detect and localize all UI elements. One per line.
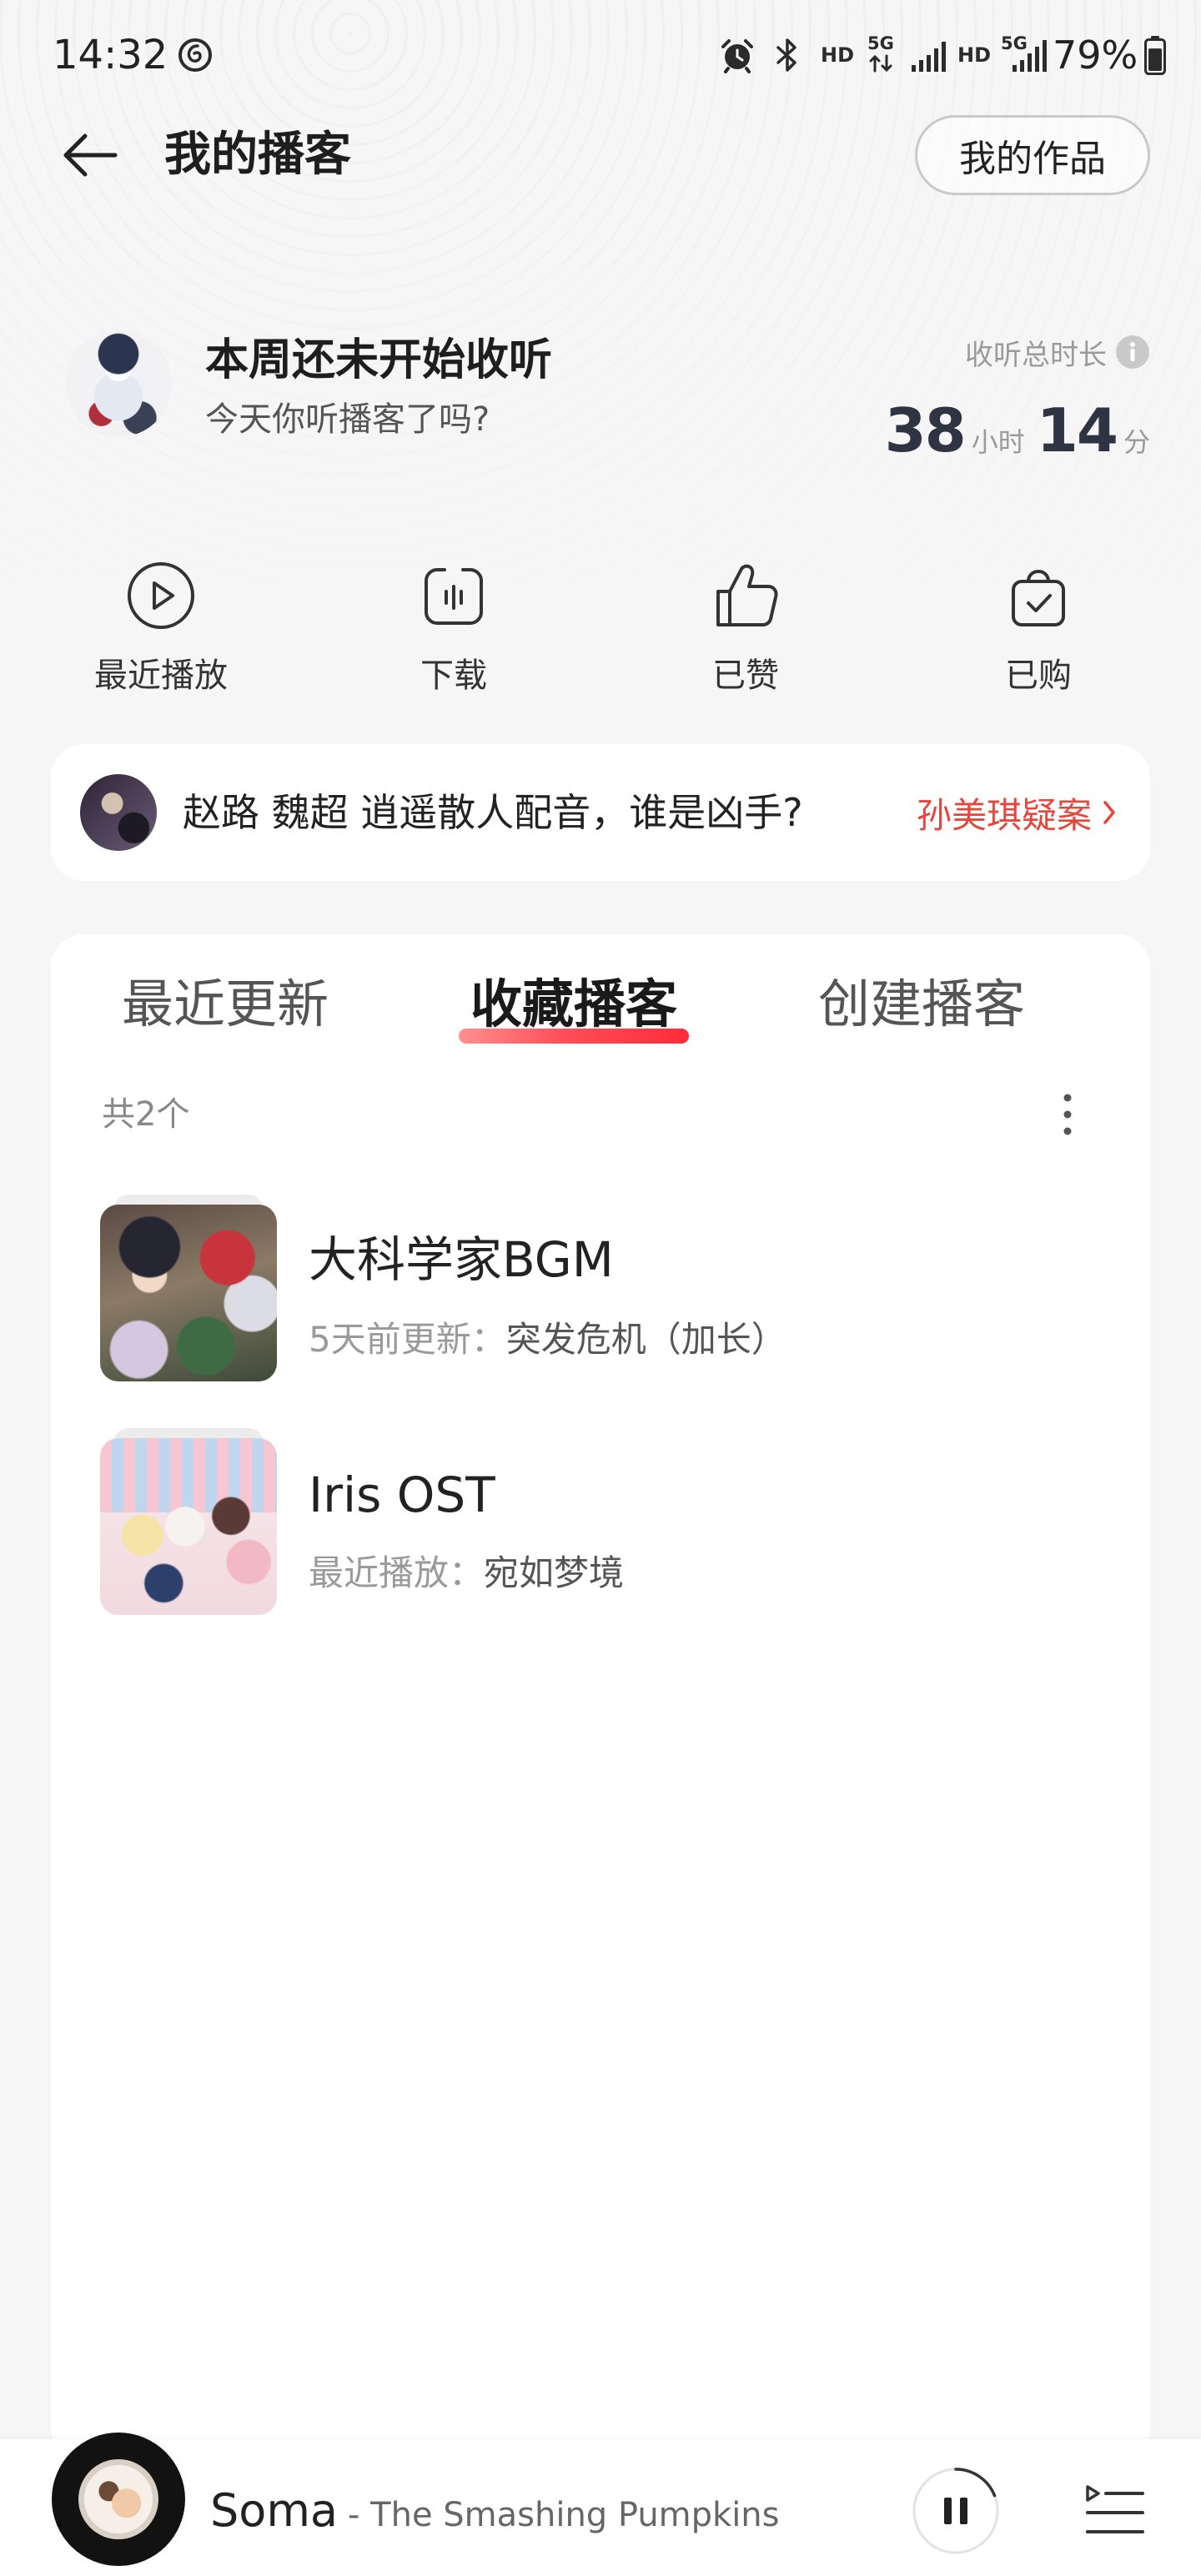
podcast-meta: 最近播放：宛如梦境	[309, 1552, 624, 1594]
list-item[interactable]: Iris OST 最近播放：宛如梦境	[51, 1426, 1150, 1627]
promo-banner[interactable]: 赵路 魏超 逍遥散人配音，谁是凶手? 孙美琪疑案	[51, 744, 1150, 881]
page-title: 我的播客	[164, 128, 351, 182]
duration-hours: 38	[884, 395, 967, 465]
tab-favorite-podcasts[interactable]: 收藏播客	[449, 973, 699, 1036]
pause-icon	[944, 2498, 967, 2524]
meta-value: 突发危机（加长）	[505, 1319, 786, 1360]
total-listening-duration: 38 小时 14 分	[885, 390, 1150, 470]
podcast-title: 大科学家BGM	[309, 1231, 614, 1288]
duration-minutes: 14	[1036, 395, 1118, 465]
listening-headline: 本周还未开始收听	[205, 335, 553, 385]
banner-link-label: 孙美琪疑案	[916, 794, 1092, 836]
total-listening-label-row: 收听总时长	[965, 334, 1150, 372]
download-icon	[425, 568, 483, 625]
chevron-right-icon	[1103, 801, 1115, 824]
listening-subline: 今天你听播客了吗?	[205, 400, 490, 439]
battery-percent: 79%	[1053, 33, 1138, 78]
info-icon[interactable]	[1115, 335, 1150, 370]
sim1-hd-label: HD	[821, 43, 855, 67]
podcast-cover[interactable]	[100, 1438, 277, 1615]
item-count: 共2个	[102, 1095, 190, 1134]
album-art	[78, 2459, 158, 2539]
song-title: Soma	[210, 2484, 339, 2537]
podcast-cover[interactable]	[100, 1205, 277, 1381]
duration-hours-unit: 小时	[971, 426, 1025, 458]
playlist-icon[interactable]	[1081, 2478, 1148, 2544]
quick-action-purchased[interactable]: 已购	[913, 551, 1163, 709]
quick-action-download[interactable]: 下载	[329, 551, 579, 709]
quick-action-liked[interactable]: 已赞	[621, 551, 871, 709]
album-disc[interactable]	[52, 2433, 185, 2566]
meta-value: 宛如梦境	[484, 1552, 625, 1593]
tab-created-podcasts[interactable]: 创建播客	[796, 973, 1047, 1036]
quick-action-label: 最近播放	[94, 657, 228, 695]
status-time: 14:32	[53, 32, 168, 78]
now-playing[interactable]: Soma - The Smashing Pumpkins	[210, 2484, 780, 2538]
meta-label: 5天前更新：	[309, 1319, 506, 1360]
banner-link[interactable]: 孙美琪疑案	[917, 787, 1117, 838]
duration-minutes-unit: 分	[1123, 426, 1150, 458]
song-artist: - The Smashing Pumpkins	[348, 2496, 780, 2534]
alarm-icon	[721, 39, 753, 73]
user-avatar[interactable]	[65, 330, 172, 437]
quick-action-label: 下载	[420, 657, 487, 695]
thumbs-up-icon	[716, 564, 778, 626]
meta-label: 最近播放：	[309, 1552, 485, 1593]
background-pattern	[0, 0, 1201, 634]
purchased-bag-icon	[1012, 570, 1065, 626]
my-works-button[interactable]: 我的作品	[915, 115, 1150, 195]
pause-button[interactable]	[911, 2466, 1001, 2556]
podcast-list-card: 最近更新 收藏播客 创建播客 共2个 大科学家BGM 5天前更新：突发危机（加长…	[51, 934, 1150, 2461]
back-arrow-icon[interactable]	[60, 125, 120, 185]
signal-icon	[912, 42, 946, 72]
quick-action-label: 已购	[1005, 657, 1072, 695]
bluetooth-icon	[776, 38, 796, 72]
sim1-network-label: 5G	[867, 33, 894, 53]
active-tab-indicator	[459, 1029, 689, 1044]
podcast-screen: 14:32 HD 5G HD 5G 79% 我的播客 我的作品 本周还未开始收听…	[0, 0, 1201, 2576]
quick-action-label: 已赞	[712, 657, 779, 695]
banner-text: 赵路 魏超 逍遥散人配音，谁是凶手?	[183, 790, 803, 835]
tab-recent-updates[interactable]: 最近更新	[100, 973, 350, 1036]
podcast-meta: 5天前更新：突发危机（加长）	[309, 1319, 786, 1361]
banner-avatar	[80, 774, 157, 851]
music-app-icon	[178, 38, 212, 72]
quick-action-recent-play[interactable]: 最近播放	[36, 551, 286, 709]
play-circle-icon	[128, 562, 194, 629]
more-vertical-icon[interactable]	[1055, 1089, 1080, 1140]
mini-player[interactable]: Soma - The Smashing Pumpkins	[0, 2433, 1201, 2576]
signal-icon	[1013, 40, 1047, 72]
total-listening-label: 收听总时长	[965, 338, 1107, 372]
battery-icon	[1144, 36, 1166, 75]
data-arrows-icon	[869, 54, 892, 73]
podcast-title: Iris OST	[309, 1467, 495, 1523]
sim2-hd-label: HD	[957, 43, 992, 67]
list-item[interactable]: 大科学家BGM 5天前更新：突发危机（加长）	[51, 1193, 1150, 1393]
